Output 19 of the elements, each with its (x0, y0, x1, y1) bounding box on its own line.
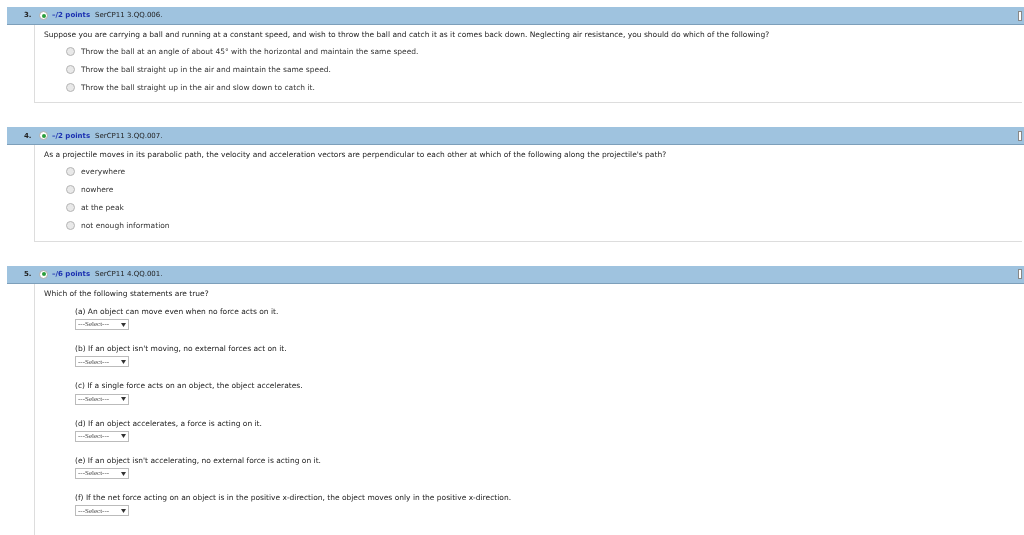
radio-button[interactable] (66, 185, 75, 194)
radio-button[interactable] (66, 203, 75, 212)
expand-icon[interactable] (39, 11, 48, 20)
header-button[interactable] (1018, 10, 1022, 21)
radio-button[interactable] (66, 221, 75, 230)
caret-icon (121, 397, 126, 401)
radio-button[interactable] (66, 167, 75, 176)
caret-icon (121, 434, 126, 439)
radio-button[interactable] (66, 64, 75, 74)
expand-icon[interactable] (39, 131, 48, 141)
caret-icon (121, 471, 126, 476)
caret-icon (121, 359, 126, 364)
expand-icon[interactable] (39, 269, 48, 279)
radio-button[interactable] (66, 82, 75, 92)
radio-button[interactable] (66, 46, 75, 56)
header-button[interactable] (1018, 130, 1022, 141)
caret-icon (121, 508, 126, 513)
header-button[interactable] (1018, 269, 1022, 279)
caret-icon (121, 322, 126, 327)
